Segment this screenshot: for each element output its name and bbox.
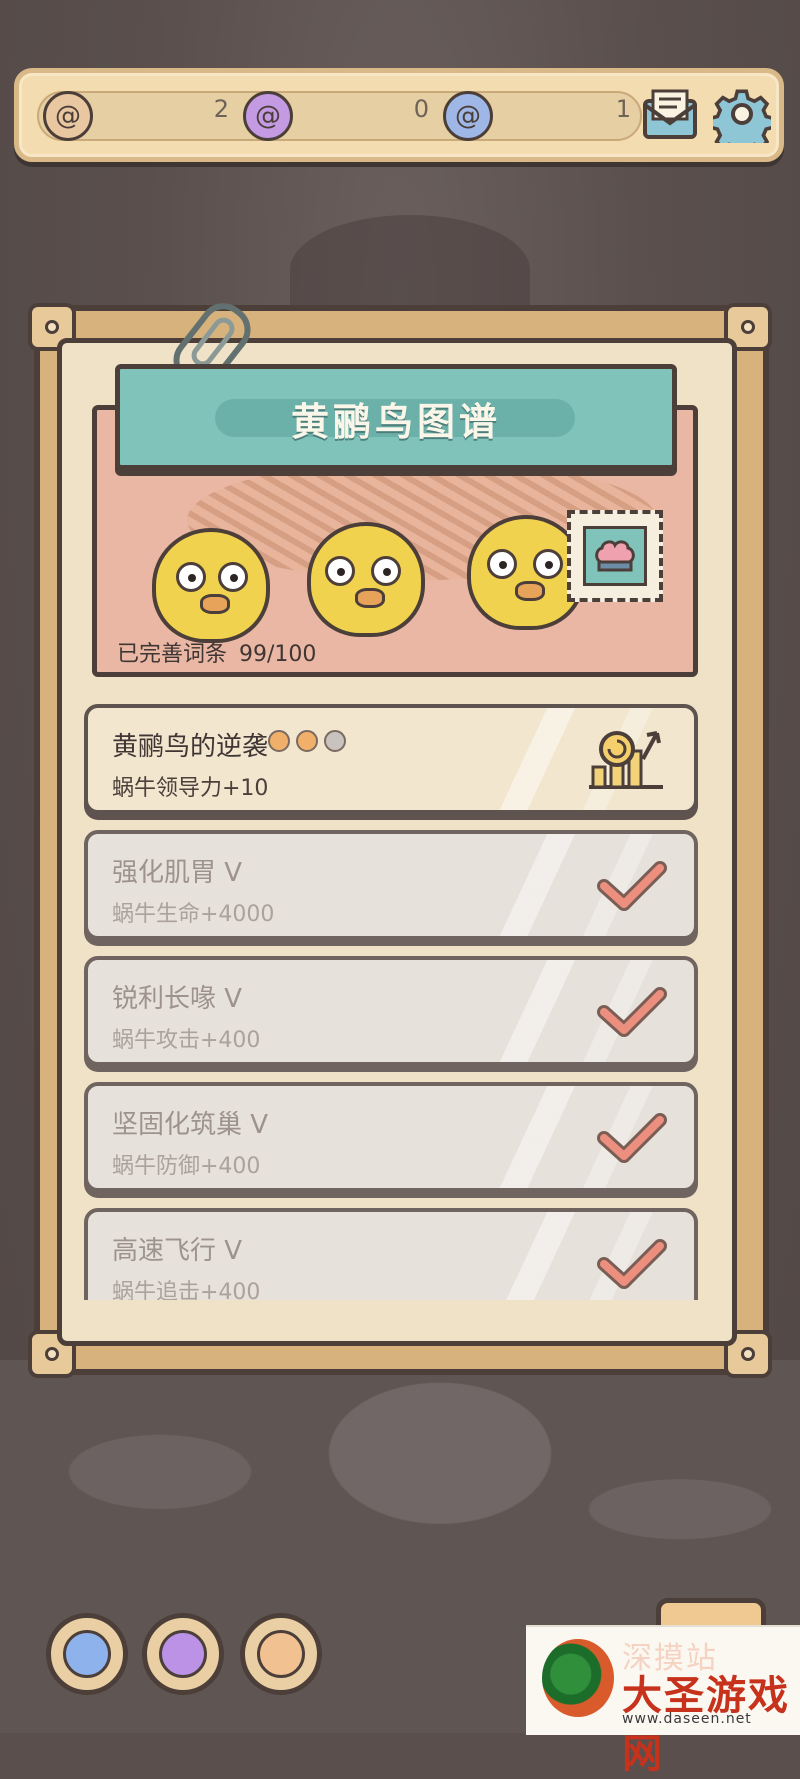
entry-name: 坚固化筑巢 V: [112, 1110, 269, 1140]
entry-name: 黄鹂鸟的逆袭: [112, 732, 269, 762]
level-dot-empty: [324, 730, 346, 752]
watermark-url: www.daseen.net: [622, 1711, 752, 1727]
checkmark-icon: [596, 1236, 668, 1292]
entry-desc: 蜗牛领导力+10: [112, 776, 269, 801]
progress-value: 99/100: [239, 642, 317, 667]
settings-button[interactable]: [711, 83, 773, 145]
orange-orb-button[interactable]: [240, 1613, 322, 1695]
purple-snail-shell-icon: @: [243, 91, 293, 141]
list-item[interactable]: 坚固化筑巢 V 蜗牛防御+400: [84, 1082, 698, 1192]
entry-desc: 蜗牛追击+400: [112, 1280, 261, 1300]
entry-list[interactable]: 黄鹂鸟的逆袭 蜗牛领导力+10 强化肌胃 V 蜗牛生命+4000 锐利长喙 V …: [84, 700, 700, 1300]
watermark: 深摸站 大圣游戏网 www.daseen.net: [526, 1625, 800, 1777]
gear-icon: [713, 89, 771, 143]
upgrade-button[interactable]: [582, 722, 672, 796]
title-banner: 黄鹂鸟图谱: [115, 364, 677, 470]
watermark-logo: [542, 1639, 614, 1717]
entry-name: 高速飞行 V: [112, 1236, 243, 1266]
level-dot-filled: [268, 730, 290, 752]
level-dots: [268, 730, 346, 752]
entry-name: 强化肌胃 V: [112, 858, 243, 888]
currency-orange-count: 2: [213, 95, 229, 123]
brain-stamp-button[interactable]: [567, 510, 663, 602]
blue-orb-icon: [63, 1630, 111, 1678]
oriole-bird-illustration: [307, 522, 425, 637]
blue-orb-button[interactable]: [46, 1613, 128, 1695]
checkmark-icon: [596, 858, 668, 914]
progress-label: 已完善词条: [117, 642, 228, 667]
list-item[interactable]: 锐利长喙 V 蜗牛攻击+400: [84, 956, 698, 1066]
mail-button[interactable]: [639, 83, 701, 145]
checkmark-icon: [596, 984, 668, 1040]
entry-name: 锐利长喙 V: [112, 984, 243, 1014]
completion-progress: 已完善词条 99/100: [117, 636, 316, 668]
brain-icon: [583, 526, 647, 586]
entry-desc: 蜗牛生命+4000: [112, 902, 275, 927]
list-item[interactable]: 强化肌胃 V 蜗牛生命+4000: [84, 830, 698, 940]
page-title: 黄鹂鸟图谱: [290, 400, 501, 444]
entry-desc: 蜗牛攻击+400: [112, 1028, 261, 1053]
orange-orb-icon: [257, 1630, 305, 1678]
blue-snail-shell-icon: @: [443, 91, 493, 141]
currency-track: [37, 91, 642, 141]
purple-orb-button[interactable]: [142, 1613, 224, 1695]
currency-blue-count: 1: [615, 95, 631, 123]
level-dot-filled: [296, 730, 318, 752]
list-item[interactable]: 高速飞行 V 蜗牛追击+400: [84, 1208, 698, 1300]
list-item[interactable]: 黄鹂鸟的逆袭 蜗牛领导力+10: [84, 704, 698, 814]
purple-orb-icon: [159, 1630, 207, 1678]
checkmark-icon: [596, 1110, 668, 1166]
oriole-bird-illustration: [152, 528, 270, 643]
entry-desc: 蜗牛防御+400: [112, 1154, 261, 1179]
snail-upgrade-icon: [589, 731, 663, 789]
orange-snail-shell-icon: @: [43, 91, 93, 141]
currency-purple-count: 0: [413, 95, 429, 123]
currency-bar: @ 2 @ 0 @ 1: [14, 68, 784, 162]
mail-icon: [643, 89, 697, 139]
